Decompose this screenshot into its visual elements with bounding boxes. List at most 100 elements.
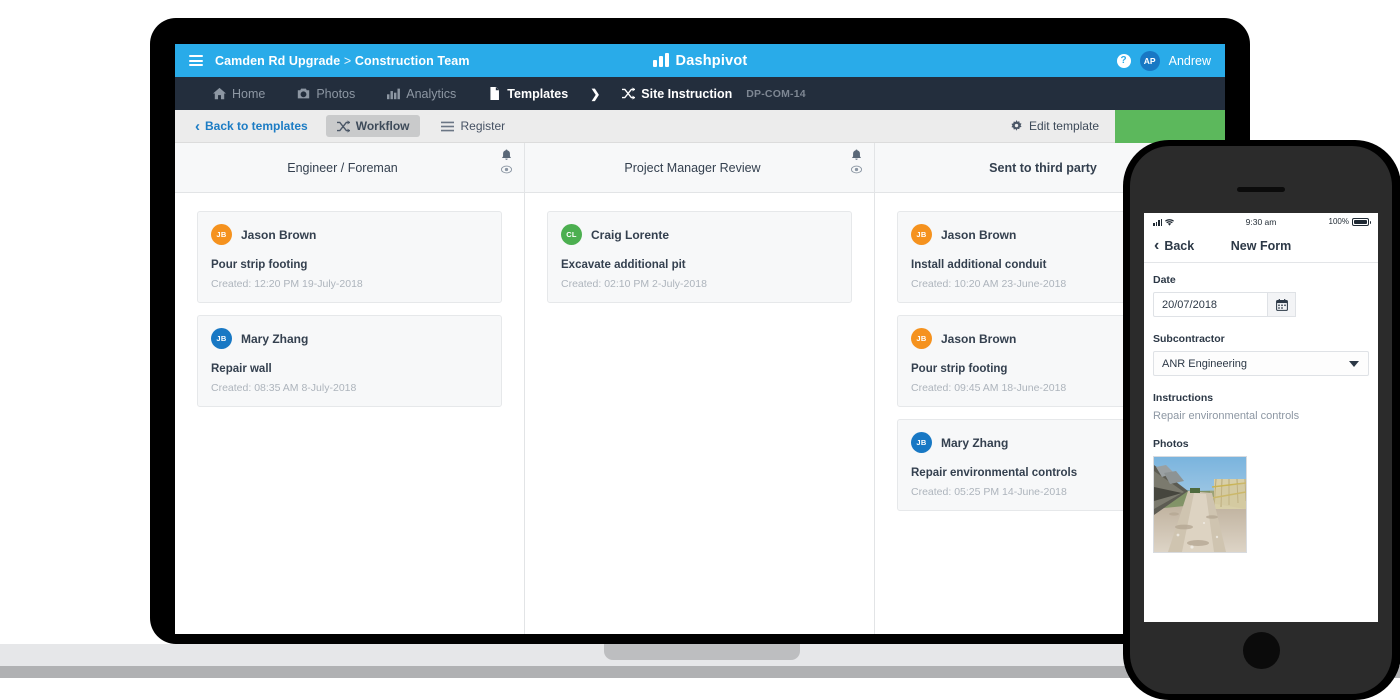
back-to-templates-label: Back to templates bbox=[205, 119, 308, 133]
nav-item-label: Analytics bbox=[406, 87, 456, 101]
breadcrumb-team: Construction Team bbox=[355, 54, 470, 68]
brand-name: Dashpivot bbox=[676, 53, 748, 69]
chevron-down-icon bbox=[1349, 361, 1359, 367]
form-field-date: Date 20/07/2018 bbox=[1153, 274, 1369, 317]
card-header: CL Craig Lorente bbox=[561, 224, 839, 245]
nav-item-label: Home bbox=[232, 87, 265, 101]
list-icon bbox=[441, 120, 454, 133]
breadcrumb[interactable]: Camden Rd Upgrade > Construction Team bbox=[215, 54, 470, 68]
workflow-card[interactable]: JB Mary Zhang Repair wall Created: 08:35… bbox=[197, 315, 502, 407]
column-header: Project Manager Review bbox=[525, 143, 874, 193]
card-title: Excavate additional pit bbox=[561, 259, 839, 271]
card-user-name: Craig Lorente bbox=[591, 228, 669, 242]
laptop-hinge-notch bbox=[604, 644, 800, 660]
avatar[interactable]: AP bbox=[1140, 51, 1160, 71]
laptop-screen: Camden Rd Upgrade > Construction Team Da… bbox=[175, 44, 1225, 634]
nav-item-label: Templates bbox=[507, 87, 568, 101]
card-user-name: Jason Brown bbox=[941, 332, 1016, 346]
avatar: CL bbox=[561, 224, 582, 245]
avatar: JB bbox=[211, 328, 232, 349]
phone-page-title: New Form bbox=[1144, 239, 1378, 253]
date-input[interactable]: 20/07/2018 bbox=[1153, 292, 1296, 317]
status-time: 9:30 am bbox=[1144, 217, 1378, 227]
phone-status-bar: 9:30 am 100% bbox=[1144, 213, 1378, 230]
instructions-value[interactable]: Repair environmental controls bbox=[1153, 410, 1369, 422]
hamburger-menu-icon[interactable] bbox=[189, 55, 203, 66]
nav-item-home[interactable]: Home bbox=[197, 77, 281, 110]
calendar-icon[interactable] bbox=[1267, 292, 1296, 317]
field-label: Photos bbox=[1153, 438, 1369, 450]
phone-nav-bar: ‹ Back New Form bbox=[1144, 230, 1378, 263]
phone-home-button[interactable] bbox=[1243, 632, 1280, 669]
card-header: JB Mary Zhang bbox=[211, 328, 489, 349]
tab-workflow[interactable]: Workflow bbox=[326, 115, 421, 137]
workflow-board: Engineer / Foreman JB Jason Brown Pour s… bbox=[175, 143, 1225, 634]
main-nav: Home Photos Analytics Templates ❯ Site I… bbox=[175, 77, 1225, 110]
card-user-name: Jason Brown bbox=[941, 228, 1016, 242]
shuffle-icon bbox=[622, 87, 635, 100]
date-value: 20/07/2018 bbox=[1154, 299, 1217, 311]
subcontractor-value: ANR Engineering bbox=[1154, 358, 1247, 370]
tab-workflow-label: Workflow bbox=[356, 119, 410, 133]
top-bar-right: ? AP Andrew bbox=[1117, 51, 1211, 71]
column-cards: CL Craig Lorente Excavate additional pit… bbox=[525, 193, 874, 333]
help-icon[interactable]: ? bbox=[1117, 54, 1131, 68]
card-created-meta: Created: 12:20 PM 19-July-2018 bbox=[211, 278, 489, 290]
workflow-card[interactable]: JB Jason Brown Pour strip footing Create… bbox=[197, 211, 502, 303]
breadcrumb-separator: > bbox=[340, 54, 355, 68]
column-header-icons bbox=[501, 149, 512, 175]
battery-icon bbox=[1352, 218, 1369, 226]
bell-icon[interactable] bbox=[501, 149, 512, 161]
column-title: Engineer / Foreman bbox=[175, 161, 524, 175]
app-top-bar: Camden Rd Upgrade > Construction Team Da… bbox=[175, 44, 1225, 77]
card-created-meta: Created: 08:35 AM 8-July-2018 bbox=[211, 382, 489, 394]
edit-template-label: Edit template bbox=[1029, 119, 1099, 133]
card-user-name: Mary Zhang bbox=[941, 436, 1008, 450]
form-field-subcontractor: Subcontractor ANR Engineering bbox=[1153, 333, 1369, 376]
photo-thumbnail[interactable] bbox=[1153, 456, 1247, 553]
nav-item-site-instruction[interactable]: Site Instruction DP-COM-14 bbox=[606, 77, 822, 110]
phone-form: Date 20/07/2018 Subcontractor ANR Engine… bbox=[1144, 263, 1378, 580]
brand-logo: Dashpivot bbox=[625, 53, 775, 69]
construction-site-photo bbox=[1154, 457, 1246, 552]
workflow-card[interactable]: CL Craig Lorente Excavate additional pit… bbox=[547, 211, 852, 303]
chevron-right-icon: ❯ bbox=[584, 87, 606, 101]
tab-register-label: Register bbox=[460, 119, 505, 133]
screenshot-stage: Camden Rd Upgrade > Construction Team Da… bbox=[0, 0, 1400, 700]
field-label: Subcontractor bbox=[1153, 333, 1369, 345]
user-name[interactable]: Andrew bbox=[1169, 54, 1211, 68]
home-icon bbox=[213, 87, 226, 100]
column-cards: JB Jason Brown Pour strip footing Create… bbox=[175, 193, 524, 437]
nav-item-analytics[interactable]: Analytics bbox=[371, 77, 472, 110]
nav-item-templates[interactable]: Templates bbox=[472, 77, 584, 110]
nav-item-label: Site Instruction bbox=[641, 87, 732, 101]
card-title: Pour strip footing bbox=[211, 259, 489, 271]
breadcrumb-project: Camden Rd Upgrade bbox=[215, 54, 340, 68]
phone-screen: 9:30 am 100% ‹ Back New Form Date 20/07/… bbox=[1144, 213, 1378, 622]
field-label: Date bbox=[1153, 274, 1369, 286]
bell-icon[interactable] bbox=[851, 149, 862, 161]
card-created-meta: Created: 02:10 PM 2-July-2018 bbox=[561, 278, 839, 290]
column-header-icons bbox=[851, 149, 862, 175]
chevron-left-icon: ‹ bbox=[195, 118, 200, 135]
eye-icon[interactable] bbox=[851, 164, 862, 175]
subcontractor-select[interactable]: ANR Engineering bbox=[1153, 351, 1369, 376]
card-user-name: Jason Brown bbox=[241, 228, 316, 242]
chart-icon bbox=[387, 87, 400, 100]
back-to-templates-button[interactable]: ‹ Back to templates bbox=[187, 118, 316, 135]
toolbar-right: Edit template bbox=[994, 110, 1225, 143]
edit-template-button[interactable]: Edit template bbox=[994, 110, 1115, 143]
avatar: JB bbox=[911, 328, 932, 349]
column-title: Project Manager Review bbox=[525, 161, 874, 175]
avatar: JB bbox=[211, 224, 232, 245]
card-header: JB Jason Brown bbox=[211, 224, 489, 245]
workflow-column: Project Manager Review CL Craig Lorente … bbox=[525, 143, 875, 634]
document-icon bbox=[488, 87, 501, 100]
bar-chart-logo-icon bbox=[653, 54, 669, 67]
tab-register[interactable]: Register bbox=[430, 115, 516, 137]
camera-icon bbox=[297, 87, 310, 100]
nav-item-photos[interactable]: Photos bbox=[281, 77, 371, 110]
eye-icon[interactable] bbox=[501, 164, 512, 175]
card-title: Repair wall bbox=[211, 363, 489, 375]
primary-action-button[interactable] bbox=[1115, 110, 1225, 143]
